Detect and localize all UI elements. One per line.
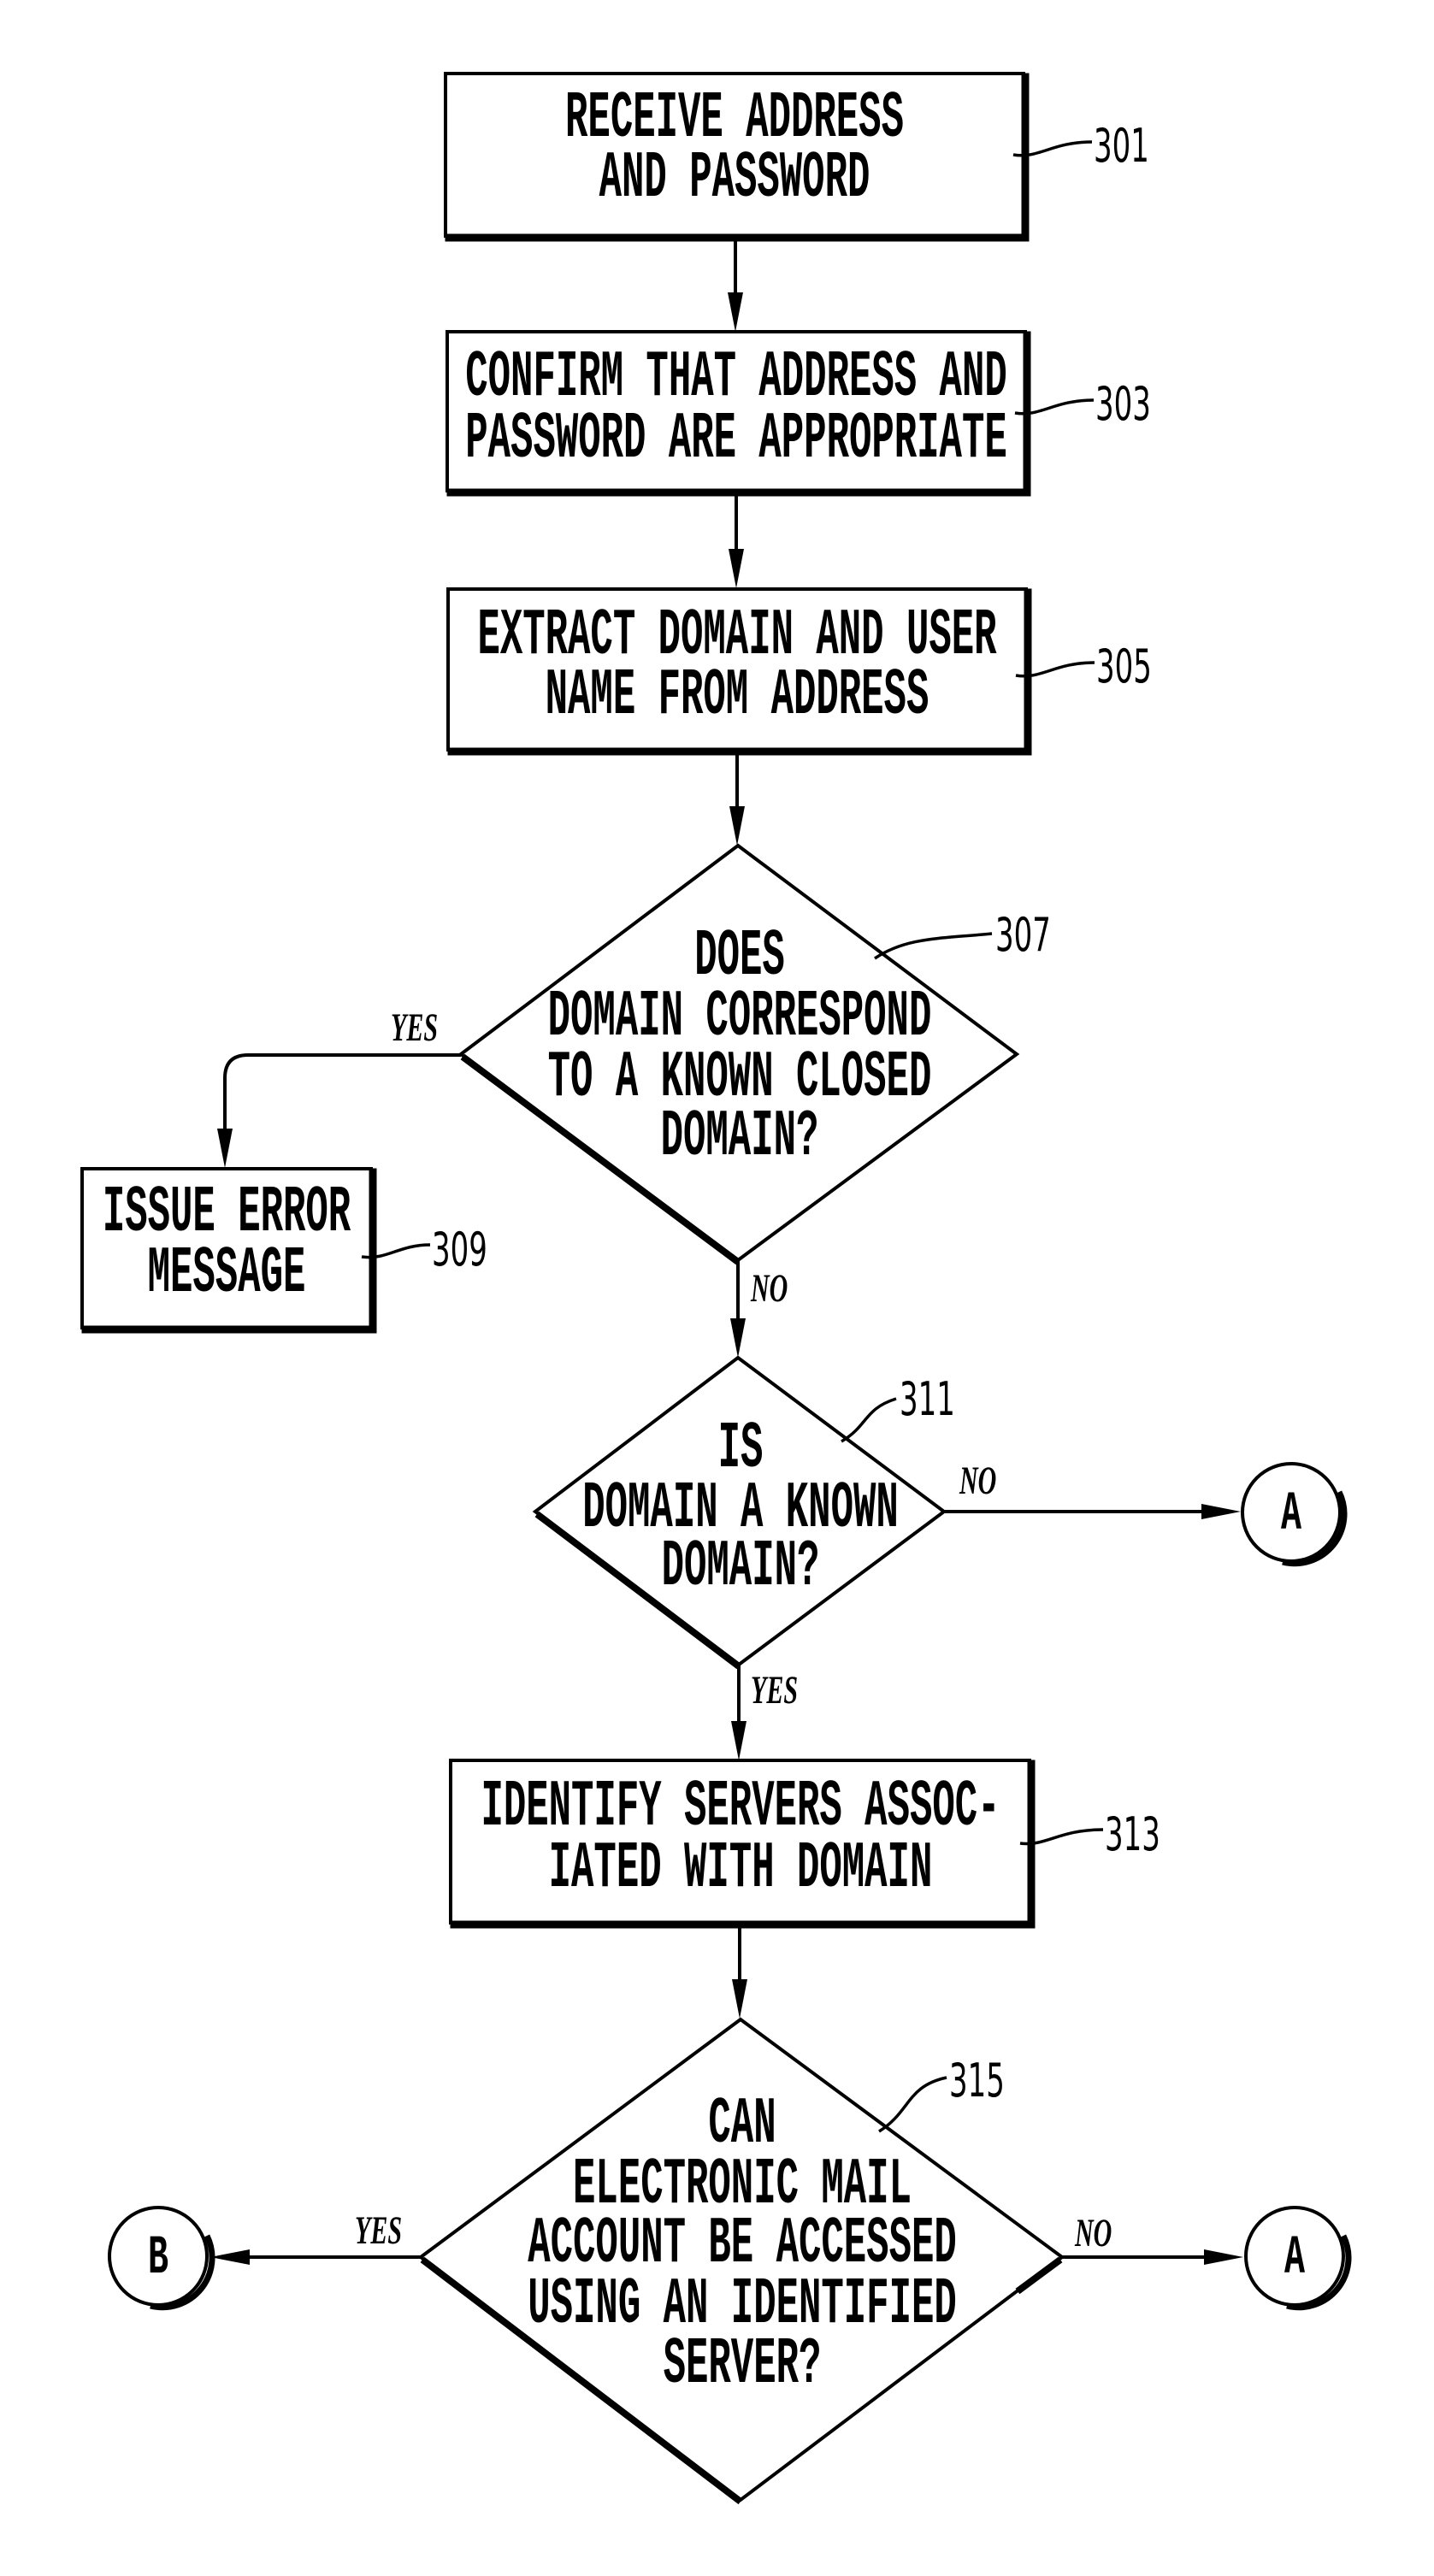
- ref-309: 309: [361, 1223, 487, 1277]
- ref-311: 311: [841, 1372, 955, 1443]
- node-311-line-3: DOMAIN?: [662, 1530, 820, 1604]
- process-box-313: IDENTIFY SERVERS ASSOC- IATED WITH DOMAI…: [449, 1759, 1036, 1929]
- ref-307: 307: [874, 908, 1051, 963]
- branch-label-315-no: NO: [1074, 2212, 1112, 2255]
- branch-label-307-no: NO: [750, 1267, 788, 1311]
- arrowhead-icon: [729, 806, 745, 846]
- node-305-line-2: NAME FROM ADDRESS: [546, 658, 929, 733]
- branch-label-307-yes: YES: [391, 1006, 438, 1050]
- process-box-305: EXTRACT DOMAIN AND USER NAME FROM ADDRES…: [446, 587, 1032, 756]
- edge-307-309: [223, 1053, 461, 1133]
- arrowhead-icon: [1201, 1504, 1241, 1519]
- ref-303: 303: [1014, 377, 1151, 432]
- arrowhead-icon: [1204, 2249, 1243, 2265]
- connector-a-1-label: A: [1281, 1484, 1302, 1546]
- arrowhead-icon: [732, 1979, 747, 2019]
- arrowhead-icon: [729, 549, 744, 588]
- ref-label-301: 301: [1094, 119, 1149, 174]
- connector-a-2-label: A: [1284, 2228, 1306, 2290]
- process-box-309: ISSUE ERROR MESSAGE: [80, 1167, 377, 1334]
- node-313-line-2: IATED WITH DOMAIN: [549, 1831, 933, 1906]
- arrowhead-icon: [210, 2249, 250, 2265]
- process-box-301: RECEIVE ADDRESS AND PASSWORD: [444, 72, 1030, 242]
- leader-line-315: [878, 2076, 947, 2133]
- ref-label-303: 303: [1095, 377, 1151, 432]
- process-box-303: CONFIRM THAT ADDRESS AND PASSWORD ARE AP…: [446, 330, 1031, 497]
- leader-line-311: [841, 1397, 897, 1443]
- arrowhead-icon: [730, 1318, 746, 1358]
- ref-label-315: 315: [949, 2054, 1005, 2108]
- decision-diamond-307: DOES DOMAIN CORRESPOND TO A KNOWN CLOSED…: [457, 843, 1020, 1265]
- flowchart-canvas: RECEIVE ADDRESS AND PASSWORD CONFIRM THA…: [80, 72, 1352, 2505]
- node-309-line-2: MESSAGE: [148, 1236, 306, 1311]
- node-303-line-2: PASSWORD ARE APPROPRIATE: [465, 402, 1006, 476]
- ref-label-313: 313: [1105, 1807, 1160, 1862]
- ref-305: 305: [1015, 640, 1152, 694]
- leader-line-307: [874, 932, 993, 960]
- ref-label-311: 311: [900, 1372, 955, 1427]
- connector-b: B: [108, 2206, 215, 2311]
- ref-label-307: 307: [995, 908, 1051, 963]
- branch-label-311-yes: YES: [751, 1669, 798, 1712]
- arrowhead-icon: [217, 1129, 233, 1168]
- branch-label-315-yes: YES: [355, 2209, 402, 2253]
- arrowhead-icon: [731, 1721, 747, 1760]
- ref-label-305: 305: [1096, 640, 1152, 694]
- ref-315: 315: [878, 2054, 1005, 2133]
- node-315-line-5: SERVER?: [664, 2327, 822, 2402]
- ref-301: 301: [1012, 119, 1149, 174]
- ref-label-309: 309: [432, 1223, 487, 1277]
- branch-label-311-no: NO: [959, 1459, 996, 1503]
- arrowhead-icon: [728, 292, 743, 332]
- node-307-line-4: DOMAIN?: [661, 1099, 819, 1174]
- ref-313: 313: [1019, 1807, 1160, 1862]
- connector-b-label: B: [148, 2228, 168, 2290]
- node-301-line-2: AND PASSWORD: [599, 141, 870, 215]
- connector-a-1: A: [1241, 1462, 1348, 1567]
- connector-a-2: A: [1244, 2206, 1352, 2311]
